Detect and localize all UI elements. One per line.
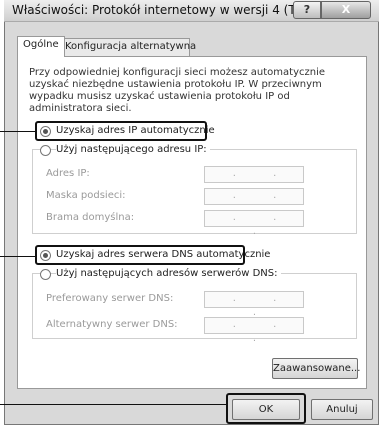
advanced-button[interactable]: Zaawansowane...	[272, 358, 360, 379]
subnet-mask-label: Maska podsieci:	[46, 190, 126, 201]
ip-auto-callout	[0, 131, 35, 132]
subnet-mask-field[interactable]: . . .	[204, 188, 304, 215]
dns-auto-callout	[0, 256, 35, 257]
ip-manual-radio[interactable]	[40, 145, 51, 156]
default-gateway-label: Brama domyślna:	[46, 212, 135, 223]
tab-general[interactable]: Ogólne	[17, 36, 65, 57]
tab-alternate-config[interactable]: Konfiguracja alternatywna	[59, 38, 196, 56]
ip-auto-highlight	[35, 121, 207, 141]
default-gateway-field[interactable]: . . .	[204, 210, 304, 237]
alternate-dns-label: Alternatywny serwer DNS:	[46, 319, 178, 330]
close-button[interactable]: X	[321, 1, 371, 19]
alternate-dns-field[interactable]: . . .	[204, 317, 304, 344]
preferred-dns-label: Preferowany serwer DNS:	[46, 293, 174, 304]
help-button[interactable]: ?	[293, 1, 321, 19]
cancel-button[interactable]: Anuluj	[311, 399, 373, 420]
ok-highlight	[226, 393, 306, 424]
ip-manual-label[interactable]: Użyj następującego adresu IP:	[56, 144, 210, 155]
preferred-dns-field[interactable]: . . .	[204, 291, 304, 318]
ip-address-field[interactable]: . . .	[204, 166, 304, 193]
dns-auto-highlight	[35, 245, 245, 265]
description-text: Przy odpowiedniej konfiguracji sieci moż…	[29, 67, 325, 114]
dns-manual-label[interactable]: Użyj następujących adresów serwerów DNS:	[56, 268, 281, 279]
ok-callout	[0, 404, 226, 405]
ip-address-label: Adres IP:	[46, 168, 90, 179]
dns-manual-radio[interactable]	[40, 269, 51, 280]
